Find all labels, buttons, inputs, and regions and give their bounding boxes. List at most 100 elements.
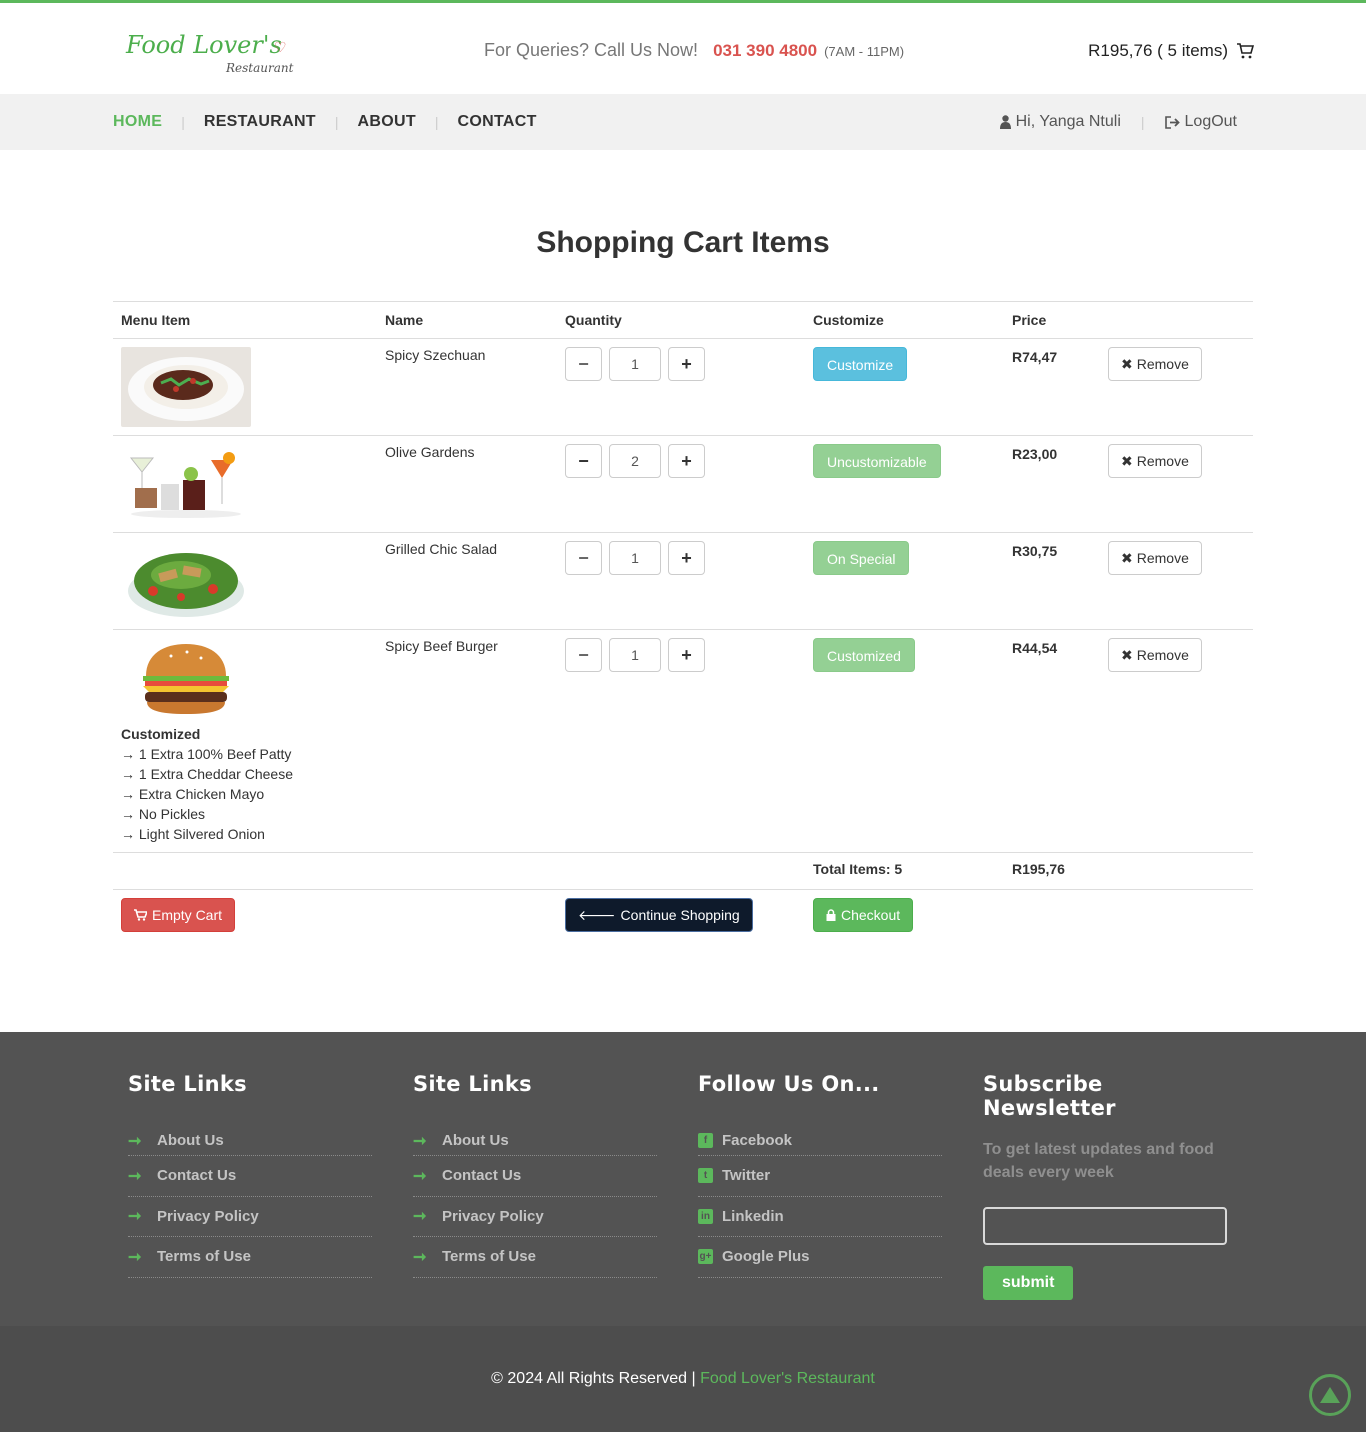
remove-button[interactable]: ✖ Remove <box>1108 638 1202 672</box>
google-plus-icon: g+ <box>698 1249 713 1265</box>
footer-heading: Follow Us On... <box>698 1072 880 1096</box>
user-greeting[interactable]: Hi, Yanga Ntuli <box>1016 113 1121 131</box>
remove-label: Remove <box>1136 647 1189 663</box>
item-price: R30,75 <box>1012 543 1058 559</box>
logo[interactable]: Food Lover's ♡ Restaurant <box>126 31 296 81</box>
footer-link-contact[interactable]: ➞ Contact Us <box>128 1156 372 1197</box>
quantity-stepper: − 1 + <box>565 541 797 575</box>
close-icon: ✖ <box>1121 355 1133 372</box>
col-header-menu-item: Menu Item <box>113 301 377 339</box>
copyright: © 2024 All Rights Reserved | Food Lover'… <box>0 1370 1366 1388</box>
customize-cell: Uncustomizable <box>805 435 1004 533</box>
empty-cart-button[interactable]: Empty Cart <box>121 898 236 932</box>
item-price: R23,00 <box>1012 446 1058 462</box>
footer-link-terms[interactable]: ➞ Terms of Use <box>413 1237 657 1278</box>
arrow-right-icon: ➞ <box>413 1132 427 1150</box>
olive-gardens-image <box>121 444 251 524</box>
item-name: Olive Gardens <box>377 435 557 533</box>
cart-summary[interactable]: R195,76 ( 5 items) <box>1088 41 1254 61</box>
nav-home[interactable]: HOME <box>113 113 162 131</box>
footer-link-about[interactable]: ➞ About Us <box>413 1126 657 1156</box>
footer: Site Links ➞ About Us ➞ Contact Us ➞ Privac… <box>0 1032 1366 1326</box>
footer-follow-us: Follow Us On... f Facebook t Twitter in Lin… <box>698 1072 942 1278</box>
nav-separator: | <box>434 114 439 130</box>
table-row: Customized → 1 Extra 100% Beef Patty → 1… <box>113 629 1253 853</box>
quantity-cell: − 1 + <box>557 532 805 630</box>
arrow-right-icon: ➞ <box>128 1167 142 1185</box>
nav-contact[interactable]: CONTACT <box>458 113 537 131</box>
customize-cell: Customize <box>805 338 1004 436</box>
decrease-qty-button[interactable]: − <box>565 347 602 381</box>
continue-shopping-button[interactable]: 🡐 Continue Shopping <box>565 898 753 932</box>
remove-button[interactable]: ✖ Remove <box>1108 444 1202 478</box>
increase-qty-button[interactable]: + <box>668 541 705 575</box>
copyright-brand-link[interactable]: Food Lover's Restaurant <box>700 1370 875 1387</box>
quantity-input[interactable]: 1 <box>609 638 661 672</box>
item-price: R44,54 <box>1012 640 1058 656</box>
menu-item-cell: Customized → 1 Extra 100% Beef Patty → 1… <box>113 629 377 853</box>
header: Food Lover's ♡ Restaurant For Queries? C… <box>0 3 1366 94</box>
footer-link-facebook[interactable]: f Facebook <box>698 1126 942 1156</box>
newsletter-email-input[interactable] <box>983 1207 1227 1245</box>
footer-link-label: About Us <box>442 1132 509 1149</box>
action-cell: ✖ Remove <box>1100 435 1253 533</box>
close-icon: ✖ <box>1121 452 1133 469</box>
quantity-stepper: − 1 + <box>565 638 797 672</box>
quantity-input[interactable]: 1 <box>609 541 661 575</box>
footer-newsletter: Subscribe Newsletter To get latest updat… <box>983 1072 1227 1300</box>
col-header-price: Price <box>1004 301 1100 339</box>
nav-about[interactable]: ABOUT <box>358 113 416 131</box>
col-header-customize: Customize <box>805 301 1004 339</box>
user-icon <box>999 115 1011 129</box>
footer-link-privacy[interactable]: ➞ Privacy Policy <box>413 1197 657 1237</box>
table-row: Spicy Szechuan − 1 + Customize R74,47 ✖ R… <box>113 338 1253 436</box>
footer-link-label: Contact Us <box>442 1167 522 1185</box>
checkout-button[interactable]: Checkout <box>813 898 914 932</box>
increase-qty-button[interactable]: + <box>668 347 705 381</box>
logout-link[interactable]: LogOut <box>1185 113 1237 131</box>
arrow-left-icon: 🡐 <box>578 906 616 923</box>
cart-icon <box>134 909 147 921</box>
remove-label: Remove <box>1136 550 1189 566</box>
logout-icon <box>1164 115 1180 129</box>
action-cell: ✖ Remove <box>1100 629 1253 853</box>
quantity-input[interactable]: 1 <box>609 347 661 381</box>
decrease-qty-button[interactable]: − <box>565 541 602 575</box>
customization-option: → 1 Extra 100% Beef Patty <box>121 746 292 762</box>
scroll-to-top-button[interactable] <box>1309 1374 1351 1416</box>
item-name: Spicy Beef Burger <box>377 629 557 853</box>
decrease-qty-button[interactable]: − <box>565 444 602 478</box>
nav-separator: | <box>334 114 339 130</box>
increase-qty-button[interactable]: + <box>668 444 705 478</box>
increase-qty-button[interactable]: + <box>668 638 705 672</box>
footer-link-terms[interactable]: ➞ Terms of Use <box>128 1237 372 1278</box>
item-name: Grilled Chic Salad <box>377 532 557 630</box>
decrease-qty-button[interactable]: − <box>565 638 602 672</box>
footer-link-contact[interactable]: ➞ Contact Us <box>413 1156 657 1197</box>
customize-button[interactable]: Customize <box>813 347 908 381</box>
quantity-cell: − 1 + <box>557 629 805 853</box>
subscribe-button[interactable]: submit <box>983 1266 1074 1300</box>
checkout-label: Checkout <box>841 907 901 923</box>
quantity-cell: − 2 + <box>557 435 805 533</box>
footer-link-linkedin[interactable]: in Linkedin <box>698 1197 942 1237</box>
footer-site-links-1: Site Links ➞ About Us ➞ Contact Us ➞ Privac… <box>128 1072 372 1278</box>
footer-link-twitter[interactable]: t Twitter <box>698 1156 942 1197</box>
footer-link-about[interactable]: ➞ About Us <box>128 1126 372 1156</box>
footer-heading: Site Links <box>413 1072 532 1096</box>
footer-link-label: Twitter <box>722 1167 771 1185</box>
phone-number[interactable]: 031 390 4800 <box>713 41 817 60</box>
total-price: R195,76 <box>1004 852 1100 890</box>
footer-link-google-plus[interactable]: g+ Google Plus <box>698 1237 942 1278</box>
nav-restaurant[interactable]: RESTAURANT <box>204 113 316 131</box>
remove-button[interactable]: ✖ Remove <box>1108 541 1202 575</box>
remove-button[interactable]: ✖ Remove <box>1108 347 1202 381</box>
footer-link-label: Contact Us <box>157 1167 237 1185</box>
footer-link-privacy[interactable]: ➞ Privacy Policy <box>128 1197 372 1237</box>
totals-row: Total Items: 5 R195,76 <box>113 852 1253 890</box>
quantity-input[interactable]: 2 <box>609 444 661 478</box>
queries-label: For Queries? Call Us Now! <box>484 40 699 60</box>
customization-option: → 1 Extra Cheddar Cheese <box>121 766 293 782</box>
customization-option: → No Pickles <box>121 806 206 822</box>
opening-hours: (7AM - 11PM) <box>824 44 905 59</box>
